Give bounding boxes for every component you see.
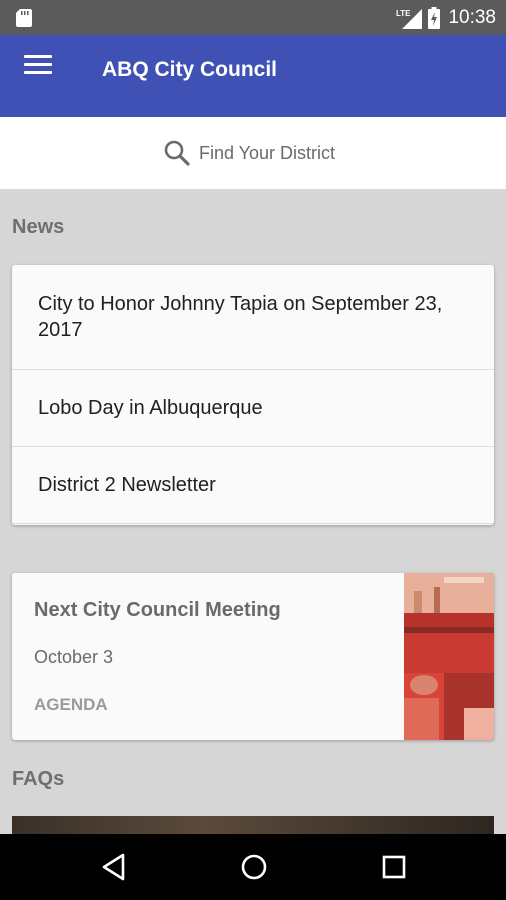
faq-image[interactable]: [12, 816, 494, 836]
meeting-date: October 3: [34, 647, 114, 667]
meeting-card[interactable]: Next City Council Meeting October 3 AGEN…: [12, 573, 494, 740]
meeting-title: Next City Council Meeting: [34, 599, 281, 621]
back-icon[interactable]: [97, 850, 131, 884]
news-item[interactable]: City to Honor Johnny Tapia on September …: [12, 265, 494, 370]
news-item[interactable]: District 2 Newsletter: [12, 447, 494, 524]
news-item-title: Lobo Day in Albuquerque: [38, 397, 263, 419]
lte-signal-icon: LTE: [396, 8, 423, 29]
hamburger-menu-icon[interactable]: [24, 55, 52, 79]
council-chamber-photo: [404, 573, 494, 740]
sd-card-icon: [16, 9, 32, 27]
news-item[interactable]: Lobo Day in Albuquerque: [12, 370, 494, 447]
search-placeholder: Find Your District: [198, 142, 336, 163]
search-icon: [164, 140, 190, 166]
app-bar: ABQ City Council: [0, 35, 506, 117]
lte-label: LTE: [396, 9, 411, 18]
home-icon[interactable]: [237, 850, 271, 884]
status-time: 10:38: [448, 6, 496, 28]
news-item-title: District 2 Newsletter: [38, 474, 216, 496]
battery-charging-icon: [428, 6, 441, 29]
recents-icon[interactable]: [377, 850, 411, 884]
news-item-title: City to Honor Johnny Tapia on September …: [38, 293, 443, 341]
app-title: ABQ City Council: [102, 58, 278, 81]
navigation-bar: [0, 834, 506, 900]
status-bar: LTE 10:38: [0, 0, 506, 35]
agenda-button[interactable]: AGENDA: [34, 695, 108, 715]
find-district-search[interactable]: Find Your District: [0, 117, 506, 189]
faqs-heading: FAQs: [12, 768, 65, 790]
news-heading: News: [12, 216, 65, 238]
news-card: City to Honor Johnny Tapia on September …: [12, 265, 494, 525]
